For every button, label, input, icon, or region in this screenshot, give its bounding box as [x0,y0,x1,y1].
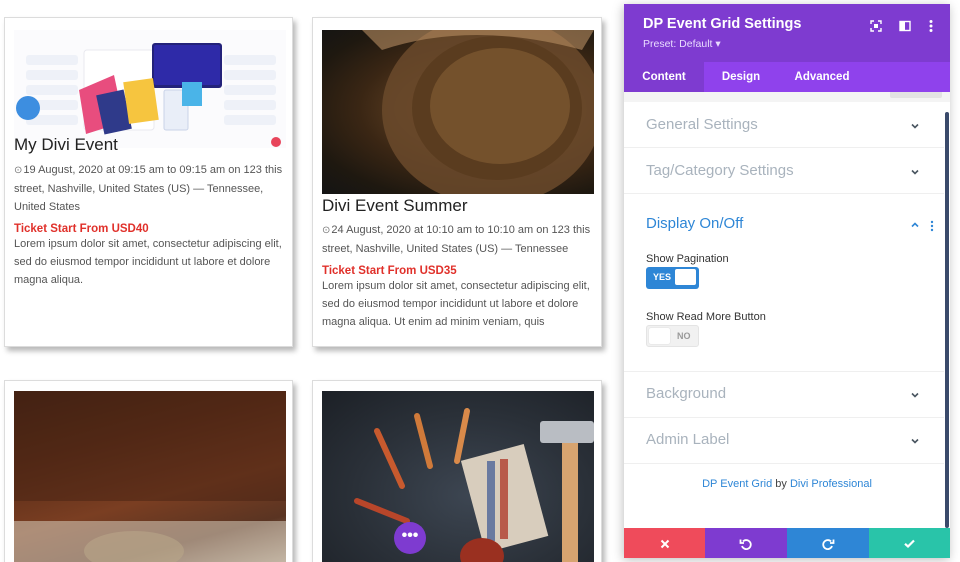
event-title[interactable]: Divi Event Summer [322,196,467,216]
event-meta: ⊙19 August, 2020 at 09:15 am to 09:15 am… [14,161,286,216]
section-background[interactable]: Background [624,372,944,418]
panel-header: DP Event Grid Settings Preset: Default ▾ [624,4,950,62]
event-meta-text: 19 August, 2020 at 09:15 am to 09:15 am … [14,164,283,213]
location-pin-icon: ⊙ [322,225,331,236]
section-tag-category[interactable]: Tag/Category Settings [624,148,944,194]
chevron-down-icon [910,167,920,177]
check-icon [904,539,915,549]
event-card[interactable]: My Divi Event ⊙19 August, 2020 at 09:15 … [4,17,293,347]
preset-caret-icon: ▾ [715,38,721,50]
expand-icon[interactable] [869,19,883,33]
section-title: Background [646,385,727,402]
close-icon [660,539,669,548]
section-admin-label[interactable]: Admin Label [624,418,944,464]
event-card[interactable]: Divi Event Summer ⊙24 August, 2020 at 10… [312,17,602,347]
craft-tools-image [354,408,594,562]
event-card[interactable] [312,380,602,562]
toggle-state: NO [677,331,691,341]
module-link[interactable]: DP Event Grid [702,478,772,490]
event-description: Lorem ipsum dolor sit amet, consectetur … [14,238,282,286]
event-title[interactable]: My Divi Event [14,135,118,155]
chevron-up-icon [910,220,920,230]
divi-illustration-image [16,43,281,147]
wood-table-image [14,391,286,562]
credit-by: by [775,478,787,490]
toggle-knob [675,269,696,285]
undo-button[interactable] [705,528,787,558]
panel-tabs: Content Design Advanced [624,62,950,92]
preset-label: Preset: Default [643,38,713,50]
panel-title: DP Event Grid Settings [643,16,802,32]
show-read-more-label: Show Read More Button [646,311,766,323]
section-display[interactable]: Display On/Off Show Pagination YES Show … [624,194,944,372]
preset-dropdown[interactable]: Preset: Default ▾ [643,38,721,50]
section-menu-icon[interactable] [930,220,934,233]
panel-scrollbar[interactable] [945,112,949,528]
event-meta: ⊙24 August, 2020 at 10:10 am to 10:10 am… [322,221,596,258]
location-pin-icon: ⊙ [14,165,23,176]
event-image [322,391,594,562]
event-image [14,391,286,562]
event-image [14,30,286,148]
columns-icon[interactable] [898,19,912,33]
author-link[interactable]: Divi Professional [790,478,872,490]
event-card[interactable] [4,380,293,562]
tab-design[interactable]: Design [704,62,778,92]
module-credit: DP Event Grid by Divi Professional [624,478,950,490]
section-title: General Settings [646,116,758,133]
cancel-button[interactable] [624,528,705,558]
spice-bowl-image [362,30,594,194]
redo-button[interactable] [787,528,869,558]
event-image [322,30,594,194]
ticket-price: Ticket Start From USD35 [322,265,457,277]
section-general[interactable]: General Settings [624,102,944,148]
redo-icon [822,538,835,550]
page: My Divi Event ⊙19 August, 2020 at 09:15 … [0,0,960,562]
chevron-down-icon [910,390,920,400]
chevron-down-icon [910,436,920,446]
save-button[interactable] [869,528,950,558]
section-title: Admin Label [646,431,730,448]
show-read-more-toggle[interactable]: NO [646,325,699,347]
tab-content[interactable]: Content [624,62,704,92]
kebab-icon[interactable] [924,19,938,33]
show-pagination-toggle[interactable]: YES [646,267,699,289]
chevron-down-icon [910,121,920,131]
more-actions-button[interactable]: ••• [394,522,426,554]
settings-panel: DP Event Grid Settings Preset: Default ▾… [624,4,950,558]
undo-icon [739,538,752,550]
search-tab-handle[interactable] [890,92,942,98]
show-pagination-label: Show Pagination [646,253,729,265]
event-description: Lorem ipsum dolor sit amet, consectetur … [322,280,590,328]
section-title: Display On/Off [646,215,744,232]
toggle-state: YES [653,272,672,282]
section-title: Tag/Category Settings [646,162,794,179]
event-meta-text: 24 August, 2020 at 10:10 am to 10:10 am … [322,224,591,255]
tab-advanced[interactable]: Advanced [778,62,866,92]
toggle-knob [649,328,670,344]
ticket-price: Ticket Start From USD40 [14,223,149,235]
